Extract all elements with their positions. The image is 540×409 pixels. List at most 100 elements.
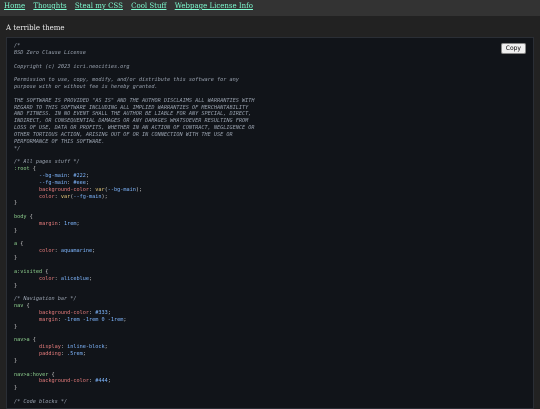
code-token: background-color (14, 309, 89, 316)
code-token: --bg-main (14, 173, 68, 180)
nav-link-thoughts[interactable]: Thoughts (33, 2, 66, 10)
code-token: Copyright (c) 2023 icri.neocities.org (14, 63, 130, 70)
code-line: } (14, 200, 526, 207)
code-token: inline-block (67, 344, 105, 351)
code-token: */ (14, 145, 21, 152)
code-token: body (14, 214, 27, 221)
code-line: margin: -1rem -1rem 0 -1rem; (14, 317, 526, 324)
code-line: /* (14, 43, 526, 50)
code-token: Permission to use, copy, modify, and/or … (14, 77, 239, 84)
code-token: aliceblue (60, 275, 89, 282)
code-line: /* Navigation bar */ (14, 296, 526, 303)
code-line: :root { (14, 166, 526, 173)
code-line: margin: 1rem; (14, 221, 526, 228)
code-token: ; (76, 220, 80, 227)
code-token: --bg-main (107, 186, 136, 193)
code-line: } (14, 228, 526, 235)
code-line: } (14, 358, 526, 365)
code-line: } (14, 283, 526, 290)
code-line: nav>a { (14, 337, 526, 344)
code-token: { (23, 303, 30, 310)
code-line: AND FITNESS. IN NO EVENT SHALL THE AUTHO… (14, 111, 526, 118)
code-token: --fg-main (73, 193, 102, 200)
code-token: -1rem -1rem 0 -1rem (63, 316, 124, 323)
nav-link-home[interactable]: Home (4, 2, 25, 10)
nav-link-steal-my-css[interactable]: Steal my CSS (75, 2, 123, 10)
code-token: padding (14, 350, 61, 357)
code-line: nav>a:hover { (14, 372, 526, 379)
code-token: } (14, 323, 18, 330)
nav-link-license-info[interactable]: Webpage License Info (175, 2, 253, 10)
code-token: THE SOFTWARE IS PROVIDED "AS IS" AND THE… (14, 97, 255, 104)
code-line: LOSS OF USE, DATA OR PROFITS, WHETHER IN… (14, 125, 526, 132)
code-token: color (14, 248, 55, 255)
code-token: #222 (73, 173, 86, 180)
code-token: { (26, 214, 33, 221)
code-token: /* Navigation bar */ (14, 296, 77, 303)
code-token: ; (85, 179, 89, 186)
code-block[interactable]: Copy /* BSD Zero Clause License Copyright … (6, 37, 534, 409)
code-line: background-color: var(--bg-main); (14, 187, 526, 194)
code-token: ; (107, 309, 111, 316)
code-token: BSD Zero Clause License (14, 49, 86, 56)
code-content: /* BSD Zero Clause License Copyright (c) 2… (14, 43, 526, 406)
code-token: INDIRECT, OR CONSEQUENTIAL DAMAGES OR AN… (14, 118, 249, 125)
code-token: AND FITNESS. IN NO EVENT SHALL THE AUTHO… (14, 111, 252, 118)
code-token: a:visited (14, 268, 43, 275)
code-line: color: var(--fg-main); (14, 194, 526, 201)
code-line: nav { (14, 303, 526, 310)
code-token: /* Code blocks */ (14, 398, 68, 405)
code-token: background-color (14, 186, 89, 193)
code-token: --fg-main (14, 179, 68, 186)
code-token: } (14, 255, 18, 262)
code-token: ; (104, 344, 108, 351)
code-line: } (14, 385, 526, 392)
code-token: nav>a:hover (14, 371, 49, 378)
code-line: --fg-main: #eee; (14, 180, 526, 187)
code-line: purpose with or without fee is hereby gr… (14, 84, 526, 91)
page-subtitle: A terrible theme (6, 24, 65, 32)
code-line: a:visited { (14, 269, 526, 276)
code-token: } (14, 200, 18, 207)
code-token: ; (88, 275, 93, 282)
code-token: #eee (73, 179, 86, 186)
code-line: Permission to use, copy, modify, and/or … (14, 77, 526, 84)
code-line: PERFORMANCE OF THIS SOFTWARE. (14, 139, 526, 146)
code-token: margin (14, 316, 58, 323)
code-token: ; (92, 248, 96, 255)
code-token: ); (135, 186, 143, 193)
code-token: nav>a (14, 337, 30, 344)
code-line: background-color: #333; (14, 310, 526, 317)
code-token: margin (14, 220, 58, 227)
code-token: } (14, 385, 18, 392)
nav-bar: Home Thoughts Steal my CSS Cool Stuff We… (0, 0, 540, 16)
code-token: } (14, 227, 18, 234)
code-token: var (95, 186, 105, 193)
code-token: { (42, 268, 49, 275)
nav-link-cool-stuff[interactable]: Cool Stuff (131, 2, 166, 10)
code-token: color (14, 193, 55, 200)
code-token: { (29, 166, 36, 173)
code-token: #444 (95, 378, 108, 385)
code-token: 1rem (63, 220, 77, 227)
code-line: REGARD TO THIS SOFTWARE INCLUDING ALL IM… (14, 105, 526, 112)
code-line: /* All pages stuff */ (14, 159, 526, 166)
code-token: ; (123, 316, 127, 323)
code-token: LOSS OF USE, DATA OR PROFITS, WHETHER IN… (14, 125, 255, 132)
code-line: Copyright (c) 2023 icri.neocities.org (14, 64, 526, 71)
code-line: background-color: #444; (14, 378, 526, 385)
code-token: ; (107, 378, 111, 385)
code-token: { (29, 337, 36, 344)
code-token: var (60, 193, 71, 200)
code-token: { (48, 371, 55, 378)
code-token: /* (14, 43, 21, 49)
code-token: } (14, 357, 18, 364)
code-token: } (14, 282, 18, 289)
